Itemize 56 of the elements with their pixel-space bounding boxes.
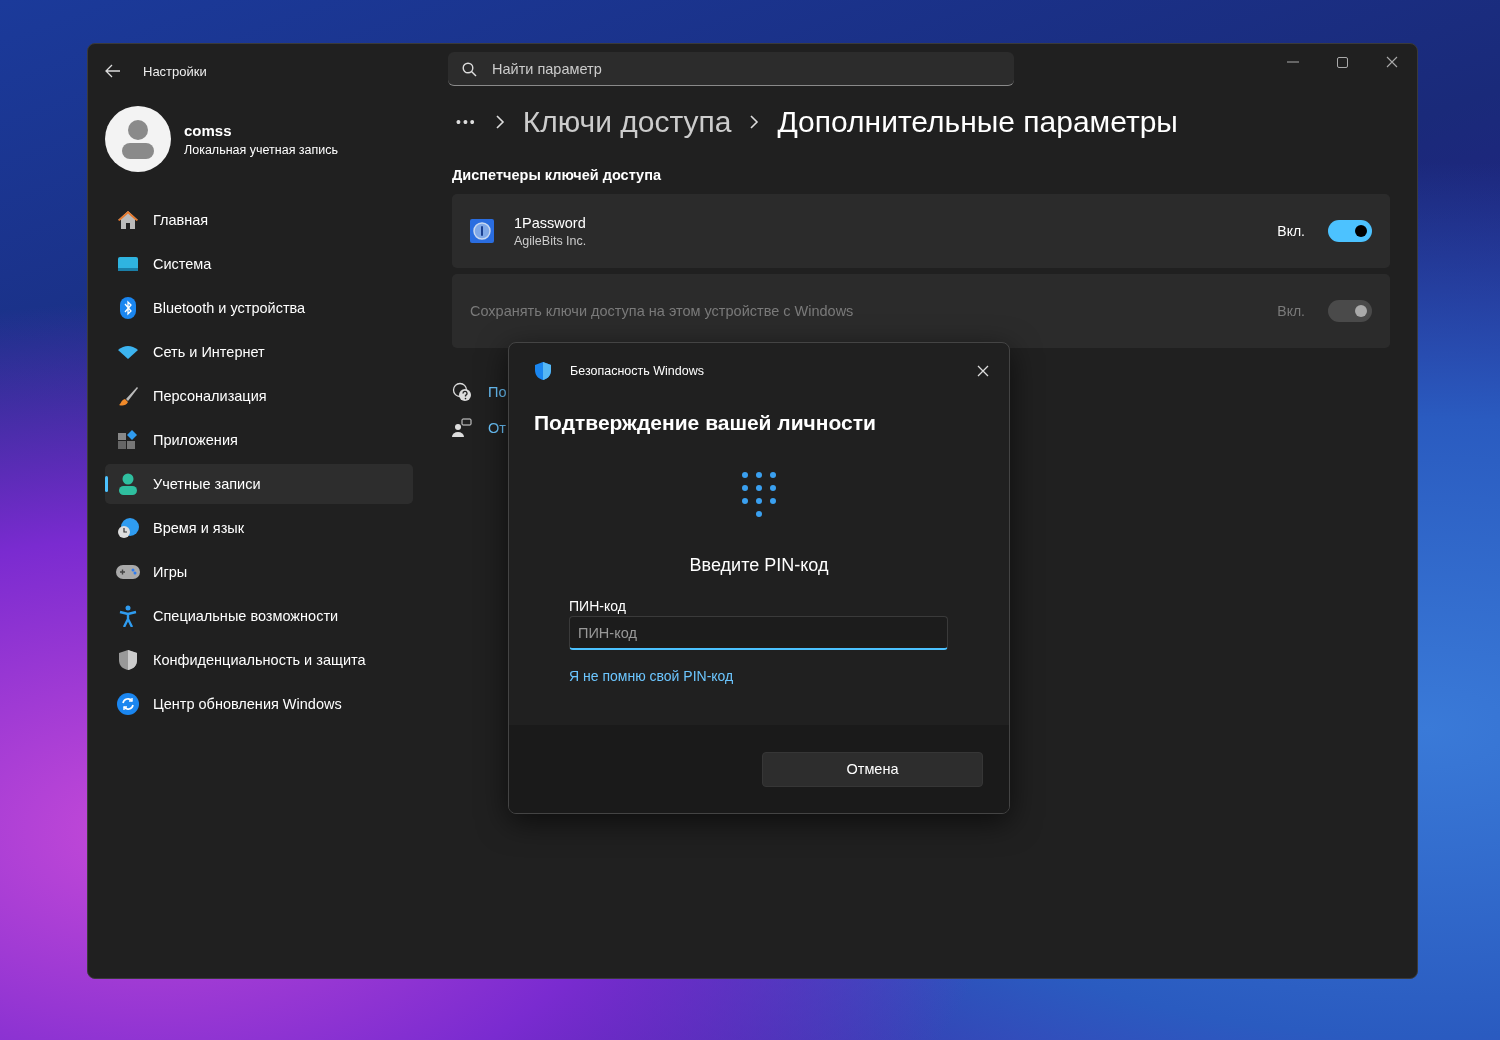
- toggle-switch[interactable]: [1328, 220, 1372, 242]
- keypad-icon: [741, 471, 777, 517]
- setting-name: Сохранять ключи доступа на этом устройстве с Windows: [470, 303, 855, 319]
- publisher-name: AgileBits Inc.: [514, 233, 588, 248]
- pin-input-field[interactable]: ПИН-код: [569, 616, 948, 650]
- breadcrumb-item: Дополнительные параметры: [777, 105, 1178, 139]
- sidebar-item[interactable]: Учетные записи: [105, 464, 413, 504]
- setting-name: 1Password: [514, 214, 587, 231]
- maximize-icon[interactable]: [1337, 56, 1348, 68]
- dialog-app-name: Безопасность Windows: [570, 364, 704, 378]
- app-logo-icon: [470, 219, 494, 243]
- field-label: ПИН-код: [569, 598, 627, 614]
- sidebar-item[interactable]: Главная: [105, 200, 413, 240]
- breadcrumb-overflow[interactable]: •••: [456, 114, 477, 130]
- toggle-label: Вкл.: [1277, 223, 1305, 239]
- sidebar-item[interactable]: Bluetooth и устройства: [105, 288, 413, 328]
- sidebar-item[interactable]: Игры: [105, 552, 413, 592]
- search-icon: [462, 62, 477, 77]
- dialog-title: Подтверждение вашей личности: [534, 411, 877, 435]
- pin-prompt: Введите PIN-код: [689, 555, 829, 576]
- account-name: comss: [184, 121, 233, 139]
- sidebar-item[interactable]: Центр обновления Windows: [105, 684, 413, 724]
- shield-icon: [116, 649, 140, 671]
- help-link[interactable]: По: [488, 384, 507, 400]
- sidebar-item[interactable]: Время и язык: [105, 508, 413, 548]
- shield-icon: [534, 361, 552, 381]
- gamepad-icon: [116, 565, 140, 579]
- sidebar-item[interactable]: Специальные возможности: [105, 596, 413, 636]
- chevron-icon: [494, 114, 505, 130]
- breadcrumb-item[interactable]: Ключи доступа: [522, 105, 732, 139]
- feedback-person-icon: [452, 418, 472, 438]
- person-icon: [116, 473, 140, 495]
- section-title: Диспетчеры ключей доступа: [452, 167, 662, 183]
- sidebar-item[interactable]: Сеть и Интернет: [105, 332, 413, 372]
- back-arrow-icon[interactable]: [105, 64, 121, 78]
- search-field[interactable]: Найти параметр: [448, 52, 1014, 86]
- sidebar-item[interactable]: Система: [105, 244, 413, 284]
- sidebar-item[interactable]: Конфиденциальность и защита: [105, 640, 413, 680]
- wifi-icon: [116, 345, 140, 359]
- sidebar-item[interactable]: Приложения: [105, 420, 413, 460]
- account-type: Локальная учетная запись: [184, 142, 339, 157]
- close-icon[interactable]: [1386, 56, 1398, 68]
- chevron-icon: [749, 114, 760, 130]
- help-chat-icon: [452, 382, 472, 402]
- feedback-link[interactable]: От: [488, 420, 506, 436]
- cancel-button[interactable]: Отмена: [762, 751, 983, 787]
- globe-clock-icon: [116, 517, 140, 539]
- sync-icon: [116, 693, 140, 715]
- forgot-pin-link[interactable]: Я не помню свой PIN-код: [569, 668, 734, 684]
- toggle-label: Вкл.: [1277, 303, 1305, 319]
- house-icon: [116, 210, 140, 230]
- monitor-icon: [116, 256, 140, 272]
- avatar-icon: [105, 106, 171, 172]
- apps-icon: [116, 430, 140, 450]
- window-title: Настройки: [143, 63, 207, 79]
- sidebar-item[interactable]: Персонализация: [105, 376, 413, 416]
